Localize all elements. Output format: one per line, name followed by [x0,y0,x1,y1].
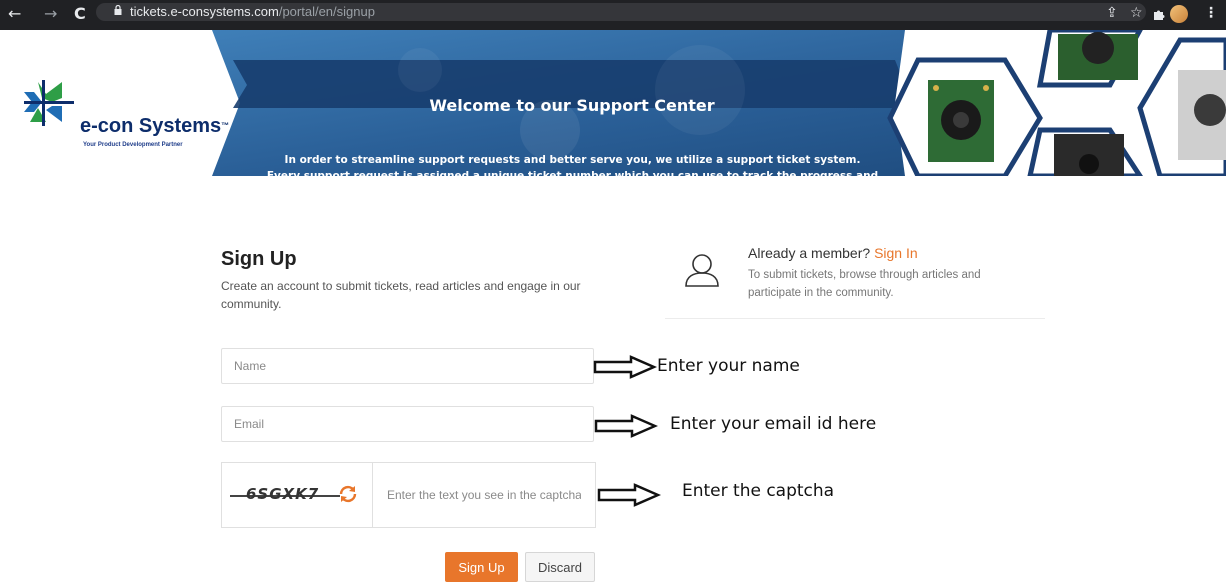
name-input[interactable] [222,349,593,383]
captcha-input-wrapper [373,463,595,527]
name-field[interactable] [221,348,594,384]
banner-description: In order to streamline support requests … [240,152,905,200]
signup-description: Create an account to submit tickets, rea… [221,279,581,311]
reload-icon[interactable]: C [74,4,86,24]
url-host: tickets.e-consystems.com [130,4,279,19]
member-divider [665,318,1045,319]
captcha-code: 6SGXK7 [246,485,320,503]
signup-title: Sign Up [221,248,297,270]
url-path: /portal/en/signup [278,4,375,19]
profile-avatar[interactable] [1170,5,1188,23]
star-icon[interactable]: ☆ [1130,4,1143,22]
logo-name[interactable]: e-con Systems™ [80,115,229,137]
share-icon[interactable]: ⇪ [1106,4,1118,22]
banner-line-1: In order to streamline support requests … [284,154,861,166]
logo-trademark: ™ [221,121,230,130]
captcha-field: 6SGXK7 [221,462,596,528]
site-header: e-con Systems™ Your Product Development … [0,30,1226,198]
back-arrow-icon[interactable]: ← [8,4,21,24]
browser-toolbar: ← → C tickets.e-consystems.com/portal/en… [0,0,1226,30]
member-description: To submit tickets, browse through articl… [748,269,981,299]
lock-icon [114,5,122,15]
extensions-puzzle-icon[interactable] [1152,7,1166,21]
menu-icon[interactable]: ⋮ [1204,4,1218,22]
member-prompt: Already a member? Sign In [748,244,918,262]
captcha-input[interactable] [373,463,595,527]
logo-tagline: Your Product Development Partner [83,142,183,148]
refresh-icon[interactable] [337,483,359,505]
right-arrow-icon [594,414,658,438]
banner-line-2: Every support request is assigned a uniq… [266,170,879,198]
signup-button[interactable]: Sign Up [445,552,518,582]
banner-title: Welcome to our Support Center [429,96,715,115]
sign-in-link[interactable]: Sign In [874,245,918,261]
email-input[interactable] [222,407,593,441]
captcha-image: 6SGXK7 [222,463,373,527]
email-field[interactable] [221,406,594,442]
url-text[interactable]: tickets.e-consystems.com/portal/en/signu… [130,5,375,19]
forward-arrow-icon[interactable]: → [44,4,57,24]
right-arrow-icon [597,483,661,507]
annotation-email: Enter your email id here [670,414,877,434]
user-icon [685,254,719,287]
annotation-name: Enter your name [657,356,800,376]
discard-button[interactable]: Discard [525,552,595,582]
member-question: Already a member? [748,245,871,261]
right-arrow-icon [593,355,657,379]
annotation-captcha: Enter the captcha [682,481,835,501]
